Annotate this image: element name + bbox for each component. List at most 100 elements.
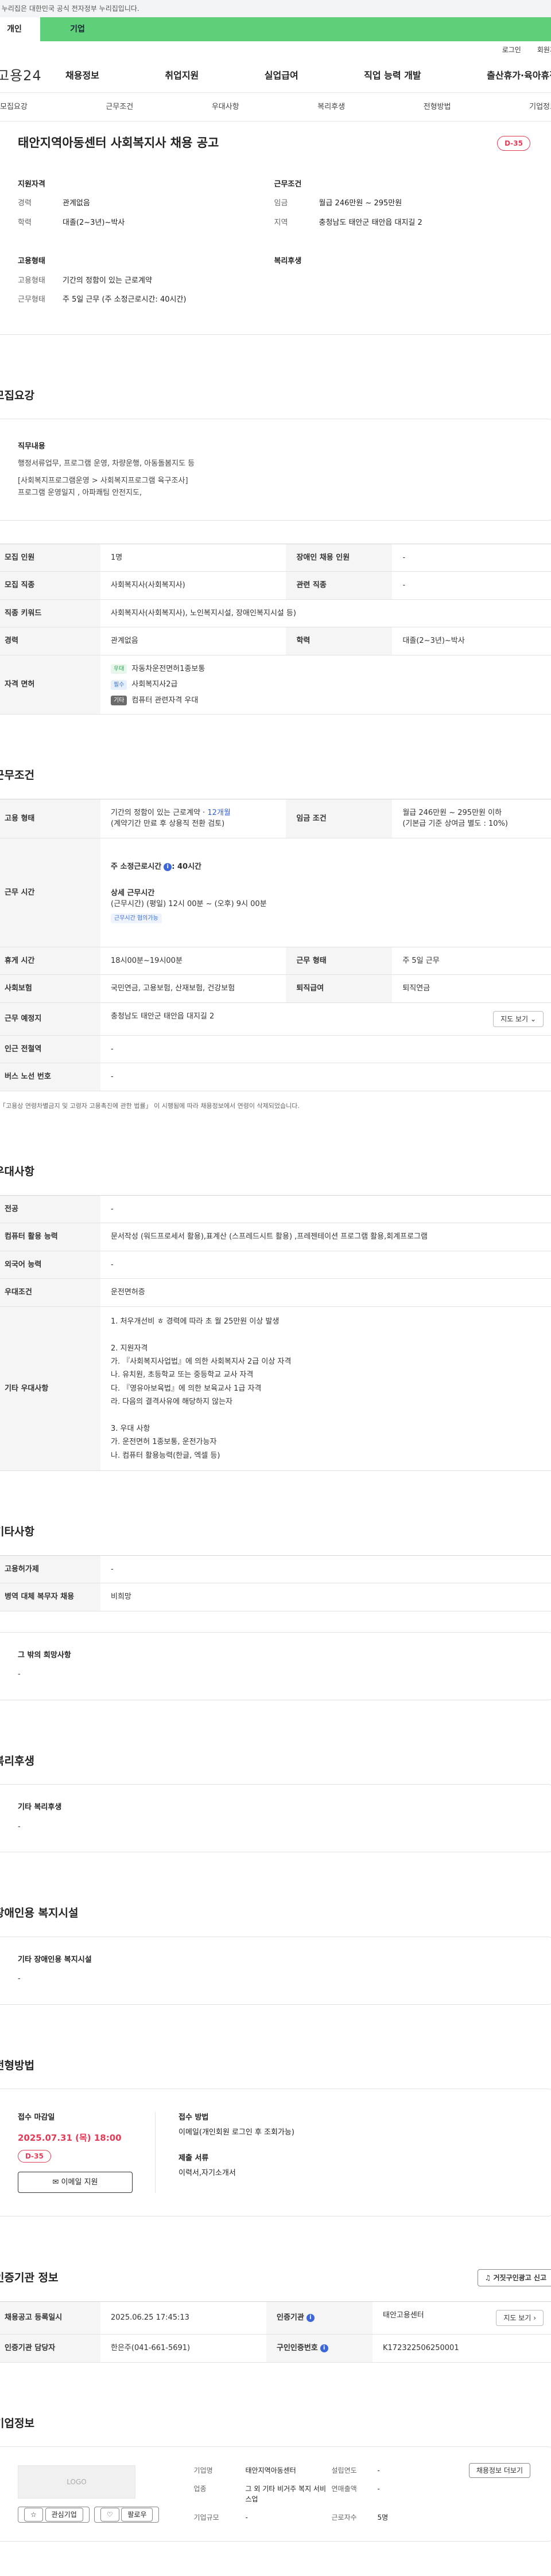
table-row: 고용허가제 - [0, 1555, 551, 1584]
industry-value: 그 외 기타 비거주 복지 서비스업 [245, 2485, 326, 2504]
favorite-label: 관심기업 [45, 2508, 83, 2522]
cell-value: 월급 246만원 ~ 295만원 이하 (기본급 기준 상여금 별도 : 10%) [392, 799, 551, 838]
welfare-card: 기타 복리후생 - [0, 1784, 551, 1853]
info-icon[interactable]: i [306, 2313, 315, 2322]
subnav-process[interactable]: 전형방법 [424, 102, 451, 113]
duty-heading: 직무내용 [18, 442, 45, 451]
cell-label: 우대조건 [0, 1278, 100, 1307]
time-detail-value: (근무시간) (평일) 12시 00분 ~ (오후) 9시 00분 [111, 900, 267, 909]
wage-text: 월급 246만원 ~ 295만원 이하 [402, 808, 502, 817]
report-ad-button[interactable]: ♫ 거짓구인광고 신고 [477, 2269, 551, 2287]
time-hours: : 40시간 [172, 862, 201, 872]
site-logo[interactable]: 고용24 [0, 65, 65, 86]
agency-header: 인증기관 정보 ♫ 거짓구인광고 신고 [0, 2269, 551, 2287]
gnb-item-leave[interactable]: 출산휴가·육아휴직 [487, 69, 551, 83]
size-label: 기업규모 [193, 2513, 219, 2522]
welfare-heading: 복리후생 [274, 257, 302, 266]
sales-label: 연매출액 [331, 2485, 357, 2493]
subnav-conditions[interactable]: 근무조건 [106, 102, 133, 113]
table-row: 모집 인원 1명 장애인 채용 인원 - [0, 544, 551, 572]
wage-label: 임금 [274, 199, 288, 208]
org-value: 태안고용센터 [383, 2311, 424, 2320]
subnav-preference[interactable]: 우대사항 [212, 102, 239, 113]
cell-value: - [392, 544, 551, 572]
cell-value: 한은주(041-661-5691) [100, 2334, 266, 2363]
agency-map-button[interactable]: 지도 보기 › [496, 2310, 544, 2327]
gnb-item-jobs[interactable]: 채용정보 [65, 69, 99, 83]
summary-left: 지원자격 경력 관계없음 학력 대졸(2~3년)~박사 고용형태 고용형태 기간의 정… [18, 179, 274, 314]
login-link[interactable]: 로그인 [502, 45, 521, 55]
info-icon[interactable]: i [320, 2344, 328, 2352]
time-detail-label: 상세 근무시간 [111, 888, 155, 897]
cell-label: 고용 형태 [0, 799, 100, 838]
cell-label: 근무 형태 [286, 947, 393, 975]
table-row: 우대조건 운전면허증 [0, 1278, 551, 1307]
top-links: 로그인 회원가입 [0, 41, 551, 58]
bell-icon: ♫ [484, 2274, 491, 2282]
license-badge: 우대 [111, 664, 127, 674]
wage-note: (기본급 기준 상여금 별도 : 10%) [402, 819, 508, 829]
emp-type-label: 고용형태 [18, 276, 45, 285]
cell-value: 사회복지사(사회복지사), 노인복지시설, 장애인복지시설 등) [100, 599, 551, 628]
cell-value: - [100, 1035, 551, 1064]
cell-label: 인근 전철역 [0, 1035, 100, 1064]
license-text: 자동차운전면허1종보통 [131, 664, 205, 673]
gnb-item-unemployment[interactable]: 실업급여 [265, 69, 298, 83]
heart-icon: ♡ [100, 2508, 119, 2522]
gnb-item-support[interactable]: 취업지원 [165, 69, 199, 83]
subnav-recruit[interactable]: 모집요강 [0, 102, 28, 113]
tab-bar-fill [166, 17, 551, 41]
duty-line-1: 행정서류업무, 프로그램 운영, 차량운행, 아동돌봄지도 등 [18, 459, 195, 468]
region-value: 충청남도 태안군 태안읍 대지길 2 [319, 218, 422, 227]
global-nav: 고용24 채용정보 취업지원 실업급여 직업 능력 개발 출산휴가·육아휴직 [0, 58, 551, 93]
facility-card: 기타 장애인용 복지시설 - [0, 1936, 551, 2005]
dday-badge: D-35 [18, 2150, 51, 2163]
subnav-welfare[interactable]: 복리후생 [317, 102, 345, 113]
cell-value: 1. 처우개선비 ㅎ 경력에 따라 초 월 25만원 이상 발생 2. 지원자격… [100, 1306, 551, 1472]
cell-label: 장애인 채용 인원 [286, 544, 393, 572]
job-title: 태안지역아동센터 사회복지사 채용 공고 [18, 136, 219, 150]
cell-label: 학력 [286, 627, 393, 655]
table-row: 병역 대체 복무자 채용 비희망 [0, 1583, 551, 1611]
cell-label: 퇴직급여 [286, 974, 393, 1003]
cell-label: 전공 [0, 1195, 100, 1224]
deadline-block: 접수 마감일 2025.07.31 (목) 18:00 D-35 ✉ 이메일 지… [18, 2112, 156, 2193]
method-block: 접수 방법 이메일(개인회원 로그인 후 조회가능) 제출 서류 이력서,자기소… [156, 2112, 294, 2193]
edu-value: 대졸(2~3년)~박사 [63, 218, 125, 227]
cell-label: 고용허가제 [0, 1555, 100, 1584]
edu-label: 학력 [18, 218, 32, 227]
more-jobs-button[interactable]: 채용정보 더보기 [468, 2463, 530, 2479]
table-row: 버스 노선 번호 - [0, 1063, 551, 1091]
conditions-table: 고용 형태 기간의 정함이 있는 근로계약 · 12개월 (계약기간 만료 후 상… [0, 798, 551, 1091]
recruit-section-title: 모집요강 [0, 389, 34, 402]
cert-no-label: 구인인증번호 [277, 2344, 318, 2353]
cell-value: 주 5일 근무 [392, 947, 551, 975]
gnb-item-training[interactable]: 직업 능력 개발 [364, 69, 421, 83]
method-heading: 접수 방법 [179, 2113, 209, 2122]
cell-value: 2025.06.25 17:45:13 [100, 2301, 266, 2335]
signup-link[interactable]: 회원가입 [537, 45, 551, 55]
info-icon[interactable]: i [164, 862, 172, 871]
map-button[interactable]: 지도 보기 ⌄ [493, 1010, 544, 1027]
job-summary-card: 태안지역아동센터 사회복지사 채용 공고 D-35 지원자격 경력 관계없음 학력… [0, 122, 551, 335]
founded-label: 설립연도 [331, 2466, 357, 2475]
facility-section-title: 장애인용 복지시설 [0, 1907, 79, 1920]
gnb-menu: 채용정보 취업지원 실업급여 직업 능력 개발 출산휴가·육아휴직 [65, 69, 551, 83]
work-type-value: 주 5일 근무 (주 소정근로시간: 40시간) [63, 295, 187, 304]
employees-value: 5명 [377, 2513, 389, 2522]
cond-heading: 근무조건 [274, 179, 302, 189]
facility-value: - [18, 1974, 21, 1984]
follow-button[interactable]: ♡ 팔로우 [94, 2507, 160, 2523]
tab-personal[interactable]: 개인 [0, 17, 40, 41]
tab-corporate[interactable]: 기업 [40, 17, 166, 41]
sales-value: - [377, 2485, 380, 2493]
tab-corporate-label: 기업 [70, 24, 85, 34]
docs-value: 이력서,자기소개서 [179, 2168, 236, 2177]
cell-value: 관계없음 [100, 627, 286, 655]
cell-value: - [392, 571, 551, 600]
cell-value: 사회복지사(사회복지사) [100, 571, 286, 600]
welfare-value: - [18, 1822, 21, 1831]
subnav-company[interactable]: 기업정보 [529, 102, 551, 113]
email-apply-button[interactable]: ✉ 이메일 지원 [18, 2171, 133, 2193]
favorite-company-button[interactable]: ☆ 관심기업 [18, 2507, 90, 2523]
